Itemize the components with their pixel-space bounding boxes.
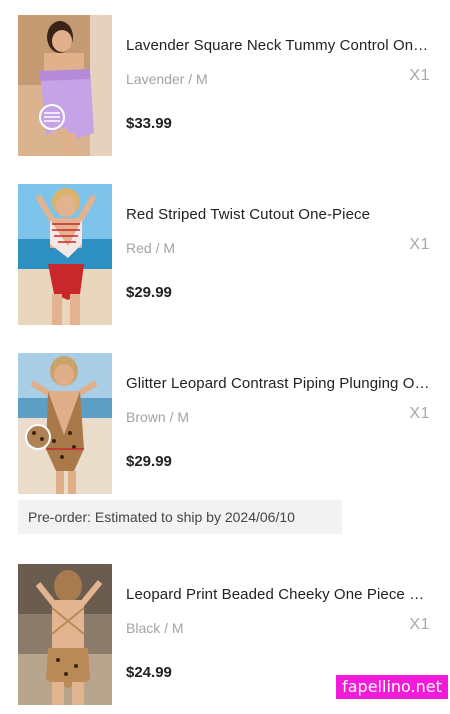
swimsuit-red-striped-thumbnail-icon [18, 184, 112, 325]
product-thumbnail[interactable] [18, 564, 112, 705]
swimsuit-leopard-thumbnail-icon [18, 353, 112, 494]
product-title[interactable]: Glitter Leopard Contrast Piping Plunging… [126, 375, 432, 392]
swimsuit-leopard-back-thumbnail-icon [18, 564, 112, 705]
product-variant: Black / M [126, 620, 184, 636]
product-title[interactable]: Red Striped Twist Cutout One-Piece [126, 206, 432, 223]
swimsuit-lavender-thumbnail-icon [18, 15, 112, 156]
quantity-label: X1 [409, 616, 430, 633]
quantity-label: X1 [409, 405, 430, 422]
quantity-label: X1 [409, 67, 430, 84]
product-title[interactable]: Lavender Square Neck Tummy Control One-P… [126, 37, 432, 54]
cart-item[interactable]: Red Striped Twist Cutout One-Piece Red /… [0, 184, 450, 334]
watermark: fapellino.net [336, 675, 448, 699]
product-price: $29.99 [126, 453, 172, 470]
product-thumbnail[interactable] [18, 184, 112, 325]
cart-item[interactable]: Lavender Square Neck Tummy Control One-P… [0, 15, 450, 165]
product-price: $33.99 [126, 115, 172, 132]
product-price: $29.99 [126, 284, 172, 301]
product-price: $24.99 [126, 664, 172, 681]
product-thumbnail[interactable] [18, 15, 112, 156]
product-variant: Red / M [126, 240, 176, 256]
product-title[interactable]: Leopard Print Beaded Cheeky One Piece Sw… [126, 586, 432, 603]
product-thumbnail[interactable] [18, 353, 112, 494]
quantity-label: X1 [409, 236, 430, 253]
preorder-notice: Pre-order: Estimated to ship by 2024/06/… [18, 500, 342, 534]
cart-item[interactable]: Glitter Leopard Contrast Piping Plunging… [0, 353, 450, 503]
product-variant: Brown / M [126, 409, 190, 425]
product-variant: Lavender / M [126, 71, 208, 87]
